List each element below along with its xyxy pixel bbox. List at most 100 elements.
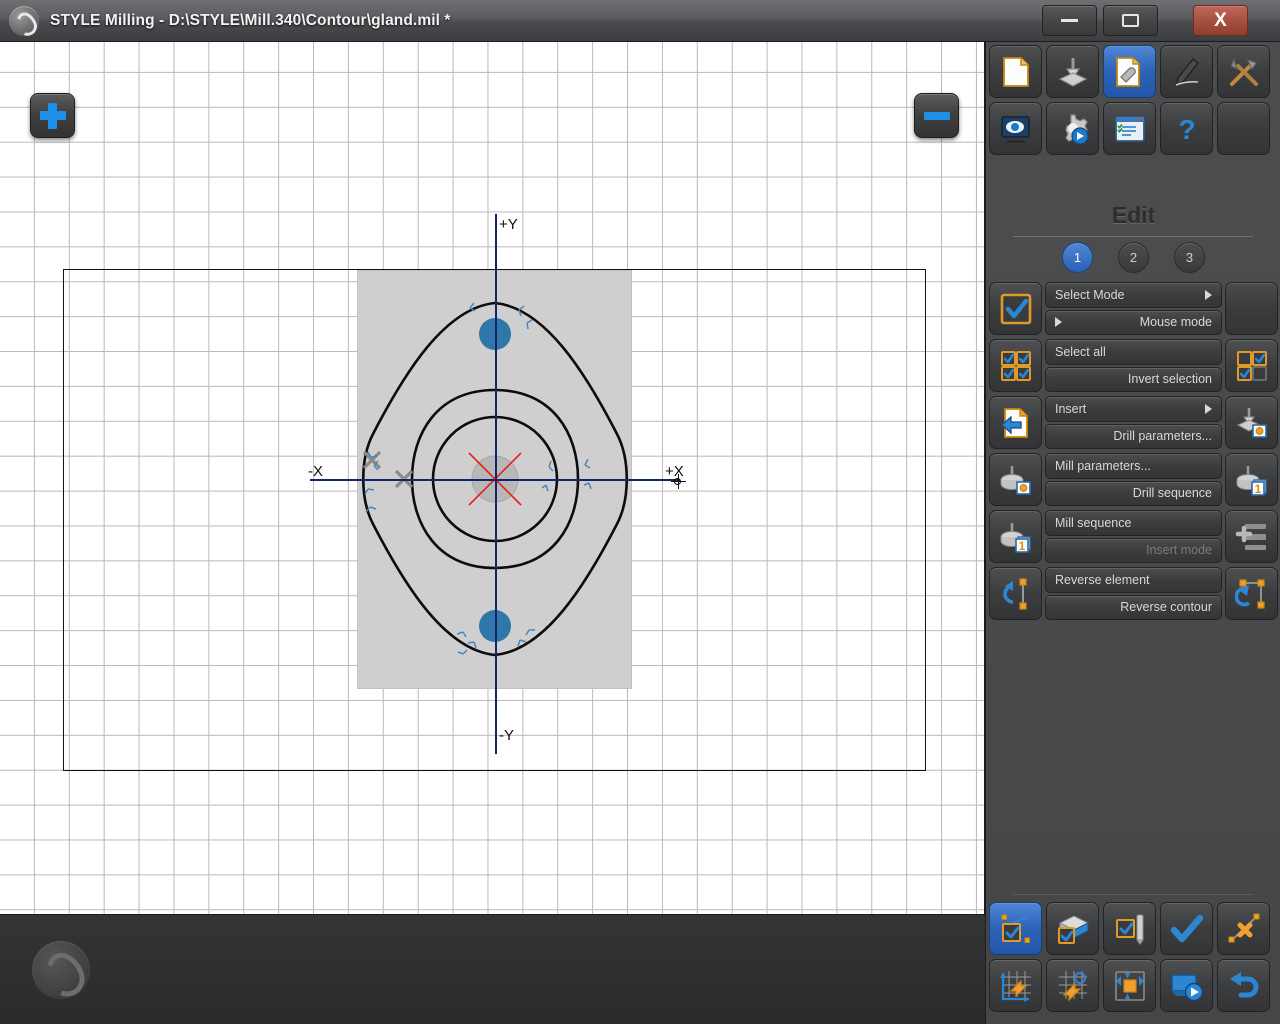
page-tab-3[interactable]: 3 (1174, 242, 1205, 273)
menu-row-select-mode: Select Mode Mouse mode (989, 282, 1278, 335)
svg-text:?: ? (1178, 114, 1195, 145)
panel-divider (1013, 236, 1253, 237)
move-button[interactable] (989, 959, 1042, 1012)
menu-row-mill-sequence-buttons: Mill sequence Insert mode (1045, 510, 1222, 563)
panel-title: Edit (1111, 202, 1156, 228)
checkbox-select-icon[interactable] (989, 282, 1042, 335)
run-button[interactable] (1046, 102, 1099, 155)
svg-text:1: 1 (1018, 539, 1025, 553)
plus-icon-vertical (48, 102, 57, 129)
insert-button[interactable]: Insert (1045, 396, 1222, 422)
mill-sequence-icon[interactable]: 1 (989, 510, 1042, 563)
menu-list: Select Mode Mouse mode Select all Invert… (989, 282, 1278, 624)
simulate-button[interactable] (1160, 959, 1213, 1012)
close-button[interactable]: X (1193, 5, 1248, 36)
fit-view-button[interactable] (1103, 959, 1156, 1012)
mill-parameters-button[interactable]: Mill parameters... (1045, 453, 1222, 479)
insert-document-icon[interactable] (989, 396, 1042, 449)
reverse-element-label: Reverse element (1055, 572, 1150, 587)
page-tabs: 1 2 3 (986, 242, 1280, 273)
page-tab-2[interactable]: 2 (1118, 242, 1149, 273)
edit-button[interactable] (1103, 45, 1156, 98)
drill-parameters-label: Drill parameters... (1113, 429, 1212, 444)
reverse-contour-label: Reverse contour (1120, 600, 1212, 615)
menu-row-select-all-buttons: Select all Invert selection (1045, 339, 1222, 392)
menu-row-mill-parameters: Mill parameters... Drill sequence 1 (989, 453, 1278, 506)
reverse-contour-icon[interactable] (1225, 567, 1278, 620)
select-tool-button[interactable] (1103, 902, 1156, 955)
reverse-element-button[interactable]: Reverse element (1045, 567, 1222, 593)
cad-canvas[interactable]: +Y -Y -X +X (0, 42, 985, 914)
status-bar: Edit mill elements ---- ---- X: 50.000 Y… (0, 914, 985, 1024)
status-logo-icon (32, 941, 90, 999)
draw-button[interactable] (1160, 45, 1213, 98)
x-axis-line (310, 479, 680, 481)
undo-button[interactable] (1217, 959, 1270, 1012)
reverse-element-icon[interactable] (989, 567, 1042, 620)
invert-selection-icon[interactable] (1225, 339, 1278, 392)
chevron-right-icon (1205, 403, 1212, 414)
menu-row-reverse-buttons: Reverse element Reverse contour (1045, 567, 1222, 620)
help-button[interactable]: ? (1160, 102, 1213, 155)
title-bar: STYLE Milling - D:\STYLE\Mill.340\Contou… (0, 0, 1280, 42)
empty-slot (1225, 282, 1278, 335)
app-logo-icon (9, 5, 39, 36)
top-toolbar-row-1 (989, 45, 1278, 98)
page-tab-1[interactable]: 1 (1062, 242, 1093, 273)
invert-selection-label: Invert selection (1127, 372, 1212, 387)
mill-sequence-button[interactable]: Mill sequence (1045, 510, 1222, 536)
zoom-out-button[interactable] (914, 93, 959, 138)
reverse-contour-button[interactable]: Reverse contour (1045, 594, 1222, 620)
menu-row-reverse: Reverse element Reverse contour (989, 567, 1278, 620)
mill-sequence-label: Mill sequence (1055, 515, 1132, 530)
axis-label-minus-y: -Y (499, 727, 514, 744)
maximize-button[interactable] (1103, 5, 1158, 36)
chevron-right-icon (1205, 289, 1212, 300)
mouse-mode-button[interactable]: Mouse mode (1045, 309, 1222, 335)
y-axis-line (495, 214, 497, 754)
invert-selection-button[interactable]: Invert selection (1045, 366, 1222, 392)
menu-row-select-mode-buttons: Select Mode Mouse mode (1045, 282, 1222, 335)
bottom-toolbar (989, 902, 1278, 1016)
mouse-mode-label: Mouse mode (1139, 315, 1212, 330)
select-all-button[interactable]: Select all (1045, 339, 1222, 365)
minus-icon (923, 111, 950, 120)
zoom-in-button[interactable] (30, 93, 75, 138)
mill-parameters-icon[interactable] (989, 453, 1042, 506)
new-file-button[interactable] (989, 45, 1042, 98)
empty-slot (1217, 102, 1270, 155)
select-all-icon[interactable] (989, 339, 1042, 392)
cursor-snap-icon (674, 478, 681, 485)
select-mode-button[interactable]: Select Mode (1045, 282, 1222, 308)
drill-parameters-icon[interactable] (1225, 396, 1278, 449)
menu-row-mill-parameters-buttons: Mill parameters... Drill sequence (1045, 453, 1222, 506)
rotate-button[interactable] (1046, 959, 1099, 1012)
select-mode-label: Select Mode (1055, 287, 1125, 302)
drill-sequence-icon[interactable]: 1 (1225, 453, 1278, 506)
insert-mode-icon[interactable] (1225, 510, 1278, 563)
maximize-icon (1122, 14, 1139, 27)
delete-element-button[interactable] (1217, 902, 1270, 955)
insert-mode-button[interactable]: Insert mode (1045, 537, 1222, 563)
select-solid-button[interactable] (1046, 902, 1099, 955)
drill-sequence-button[interactable]: Drill sequence (1045, 480, 1222, 506)
list-button[interactable] (1103, 102, 1156, 155)
mill-parameters-label: Mill parameters... (1055, 458, 1151, 473)
svg-text:1: 1 (1254, 482, 1261, 496)
bottom-toolbar-row-1 (989, 902, 1278, 955)
chevron-right-icon (1055, 317, 1062, 328)
select-contour-button[interactable] (989, 902, 1042, 955)
tools-button[interactable] (1217, 45, 1270, 98)
menu-row-insert: Insert Drill parameters... (989, 396, 1278, 449)
drill-button[interactable] (1046, 45, 1099, 98)
menu-row-select-all: Select all Invert selection (989, 339, 1278, 392)
confirm-button[interactable] (1160, 902, 1213, 955)
view-button[interactable] (989, 102, 1042, 155)
right-panel: ? Edit 1 2 3 Select Mode Mouse mode Sele… (985, 42, 1280, 1024)
minimize-button[interactable] (1042, 5, 1097, 36)
application-window: STYLE Milling - D:\STYLE\Mill.340\Contou… (0, 0, 1280, 1024)
close-icon: X (1214, 10, 1227, 31)
drill-parameters-button[interactable]: Drill parameters... (1045, 423, 1222, 449)
window-title: STYLE Milling - D:\STYLE\Mill.340\Contou… (50, 11, 451, 29)
select-all-label: Select all (1055, 344, 1106, 359)
